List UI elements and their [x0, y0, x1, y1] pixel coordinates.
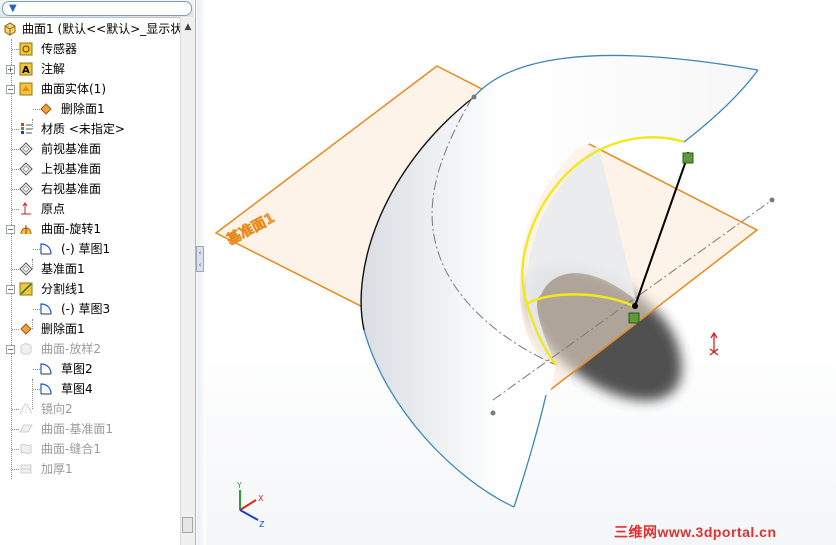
sketch-icon: [40, 363, 52, 375]
tree-item[interactable]: (-) 草图1: [0, 239, 180, 259]
sensor-icon: [19, 42, 33, 56]
scroll-up-arrow-icon[interactable]: ▲: [181, 21, 195, 33]
tree-filter-bar: ▼: [0, 0, 194, 18]
collapse-panel-handle[interactable]: ‹ ‹: [196, 246, 204, 272]
tree-item[interactable]: − 曲面-旋转1: [0, 219, 180, 239]
plane-icon: [19, 262, 33, 276]
tree-item-label: 右视基准面: [41, 182, 102, 196]
tree-item-label: 曲面-缝合1: [41, 442, 101, 456]
tree-item-label: 前视基准面: [41, 142, 102, 156]
sketch-icon: [40, 383, 52, 395]
tree-item-label: 分割线1: [41, 282, 85, 296]
tree-item[interactable]: − 曲面-放样2: [0, 339, 180, 359]
tree-item-label: 曲面-放样2: [41, 342, 101, 356]
expand-toggle-icon[interactable]: −: [6, 345, 15, 354]
tree-root[interactable]: 曲面1 (默认<<默认>_显示状: [0, 19, 180, 39]
plane-icon: [19, 162, 33, 176]
tree-item-label: 删除面1: [41, 322, 85, 336]
tree-item[interactable]: 上视基准面: [0, 159, 180, 179]
mirror-icon: [19, 403, 33, 415]
delete-face-icon: [40, 103, 52, 115]
coincident-relation-icon[interactable]: [682, 152, 694, 164]
tree-item[interactable]: 传感器: [0, 39, 180, 59]
tree-item[interactable]: 草图2: [0, 359, 180, 379]
tree-item-label: 曲面-基准面1: [41, 422, 113, 436]
tree-item[interactable]: 原点: [0, 199, 180, 219]
tree-item-label: 传感器: [41, 42, 78, 56]
sketch-icon: [40, 303, 52, 315]
origin-icon: [21, 202, 31, 215]
tree-item[interactable]: 曲面-基准面1: [0, 419, 180, 439]
reference-triad-icon: [709, 331, 719, 356]
split-line-icon: [19, 282, 33, 296]
knit-icon: [20, 443, 32, 455]
tree-item-label: 草图2: [61, 362, 93, 376]
tree-item-label: (-) 草图3: [61, 302, 111, 316]
surface-bodies-icon: [19, 82, 33, 96]
filter-input[interactable]: ▼: [2, 1, 192, 16]
material-icon: [21, 123, 32, 134]
triad-y-label: Y: [236, 481, 242, 490]
tree-item[interactable]: (-) 草图3: [0, 299, 180, 319]
tree-item[interactable]: 前视基准面: [0, 139, 180, 159]
watermark: 三维网www.3dportal.cn: [614, 524, 777, 540]
expand-toggle-icon[interactable]: +: [6, 65, 15, 74]
sketch-icon: [40, 243, 52, 255]
part-icon: [4, 22, 16, 36]
tree-item[interactable]: 加厚1: [0, 459, 180, 479]
tree-root-label: 曲面1 (默认<<默认>_显示状: [22, 22, 180, 36]
tree-item-label: 上视基准面: [41, 162, 102, 176]
tree-item[interactable]: 基准面1: [0, 259, 180, 279]
tree-item[interactable]: − 分割线1: [0, 279, 180, 299]
annotation-icon: A: [19, 62, 33, 76]
tree-item-label: 镜向2: [41, 402, 73, 416]
tree-item[interactable]: 镜向2: [0, 399, 180, 419]
tree-item-label: 原点: [41, 202, 66, 216]
tree-item-label: 注解: [41, 62, 66, 76]
surface-loft-icon: [20, 343, 32, 355]
graphics-viewport[interactable]: 基准面1 Y X Z: [206, 0, 836, 545]
triad-z-label: Z: [259, 520, 265, 529]
tree-item-label: (-) 草图1: [61, 242, 111, 256]
surface-revolve-icon: [20, 225, 32, 235]
expand-toggle-icon[interactable]: −: [6, 225, 15, 234]
feature-tree: 曲面1 (默认<<默认>_显示状 传感器 + A 注解 − 曲面实体(1) 删除面1 材质 <…: [0, 19, 180, 519]
tree-item-label: 材质 <未指定>: [41, 122, 125, 136]
tree-item[interactable]: 草图4: [0, 379, 180, 399]
feature-tree-panel: ▼ 曲面1 (默认<<默认>_显示状 传感器 + A 注解 − 曲面实体(1) 删除面1 材质…: [0, 0, 196, 545]
tree-item[interactable]: 删除面1: [0, 99, 180, 119]
tree-item[interactable]: − 曲面实体(1): [0, 79, 180, 99]
tree-item[interactable]: 曲面-缝合1: [0, 439, 180, 459]
expand-toggle-icon[interactable]: −: [6, 285, 15, 294]
plane-icon: [19, 182, 33, 196]
tree-item[interactable]: 删除面1: [0, 319, 180, 339]
coincident-relation-icon[interactable]: [628, 312, 640, 324]
planar-surface-icon: [19, 424, 33, 433]
tree-item-label: 加厚1: [41, 462, 73, 476]
tree-item[interactable]: 右视基准面: [0, 179, 180, 199]
filter-icon[interactable]: ▼: [9, 2, 17, 15]
scroll-thumb[interactable]: [182, 517, 193, 533]
tree-item[interactable]: 材质 <未指定>: [0, 119, 180, 139]
expand-toggle-icon[interactable]: −: [6, 85, 15, 94]
tree-item-label: 曲面-旋转1: [41, 222, 101, 236]
tree-item[interactable]: + A 注解: [0, 59, 180, 79]
plane-icon: [19, 142, 33, 156]
svg-text:A: A: [22, 65, 30, 76]
tree-item-label: 基准面1: [41, 262, 85, 276]
triad-x-label: X: [258, 494, 264, 503]
tree-item-label: 曲面实体(1): [41, 82, 106, 96]
tree-scrollbar[interactable]: ▲: [180, 17, 195, 545]
view-triad-icon: Y X Z: [236, 481, 265, 529]
panel-splitter[interactable]: [197, 0, 206, 545]
tree-item-label: 删除面1: [61, 102, 105, 116]
model-scene[interactable]: 基准面1 Y X Z: [206, 0, 836, 545]
delete-face-icon: [20, 323, 32, 335]
tree-item-label: 草图4: [61, 382, 93, 396]
thicken-icon: [20, 464, 32, 474]
